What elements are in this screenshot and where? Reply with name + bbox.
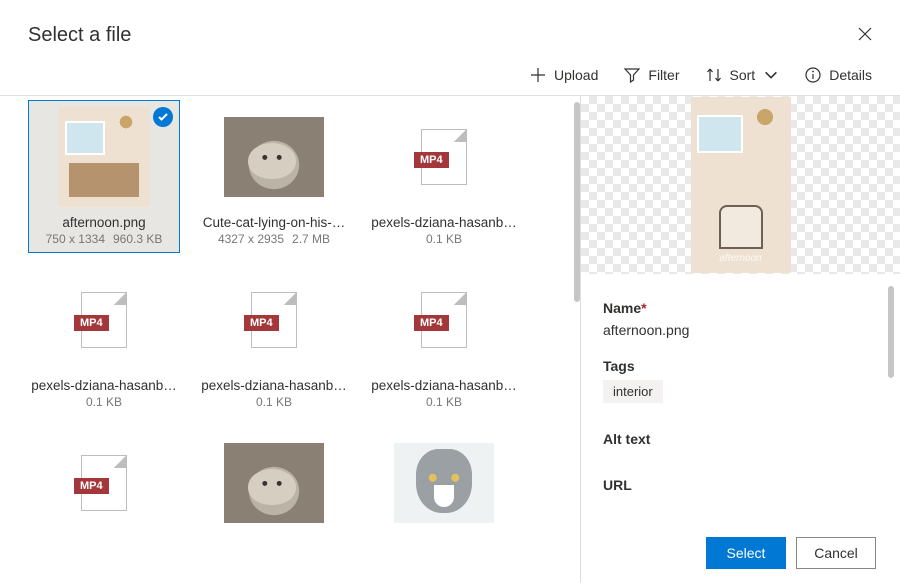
sort-button[interactable]: Sort xyxy=(706,67,780,83)
preview-image: afternoon xyxy=(691,97,791,273)
sort-label: Sort xyxy=(730,67,756,83)
upload-label: Upload xyxy=(554,67,598,83)
file-card[interactable]: MP4 pexels-dziana-hasanb… 0.1 KB xyxy=(368,100,520,253)
file-meta: 0.1 KB xyxy=(256,395,292,409)
mp4-file-icon: MP4 xyxy=(81,455,127,511)
plus-icon xyxy=(530,67,546,83)
file-thumbnail: MP4 xyxy=(54,433,154,533)
scrollbar[interactable] xyxy=(574,102,580,302)
file-picker-dialog: Select a file Upload Filter Sort Details… xyxy=(0,0,900,583)
metadata-panel: Name* afternoon.png Tags interior Alt te… xyxy=(581,274,900,523)
filter-button[interactable]: Filter xyxy=(624,67,679,83)
file-card[interactable]: Cute-cat-lying-on-his-… 4327 x 29352.7 MB xyxy=(198,100,350,253)
upload-button[interactable]: Upload xyxy=(530,67,598,83)
file-name: Cute-cat-lying-on-his-… xyxy=(203,215,346,230)
file-meta: 0.1 KB xyxy=(426,395,462,409)
mp4-file-icon: MP4 xyxy=(421,129,467,185)
file-thumbnail: MP4 xyxy=(224,270,324,370)
file-name: pexels-dziana-hasanb… xyxy=(371,378,517,393)
file-meta: 0.1 KB xyxy=(86,395,122,409)
cancel-button[interactable]: Cancel xyxy=(796,537,876,569)
scrollbar[interactable] xyxy=(888,286,894,378)
file-meta: 0.1 KB xyxy=(426,232,462,246)
file-grid: afternoon.png 750 x 1334960.3 KB Cute-cat-… xyxy=(28,100,580,548)
details-pane: afternoon Name* afternoon.png Tags inter… xyxy=(580,96,900,583)
tags-field-label: Tags xyxy=(603,358,872,374)
file-thumbnail xyxy=(224,433,324,533)
close-button[interactable] xyxy=(858,27,872,45)
file-list-pane: afternoon.png 750 x 1334960.3 KB Cute-cat-… xyxy=(0,96,580,583)
name-field-label: Name* xyxy=(603,300,872,316)
file-thumbnail: MP4 xyxy=(394,270,494,370)
file-meta: 4327 x 29352.7 MB xyxy=(218,232,330,246)
name-field-value[interactable]: afternoon.png xyxy=(603,322,872,338)
mp4-file-icon: MP4 xyxy=(421,292,467,348)
dialog-header: Select a file xyxy=(0,0,900,63)
tag-chip[interactable]: interior xyxy=(603,380,663,403)
file-card[interactable]: afternoon.png 750 x 1334960.3 KB xyxy=(28,100,180,253)
select-button[interactable]: Select xyxy=(706,537,786,569)
dialog-footer: Select Cancel xyxy=(581,523,900,583)
file-card[interactable]: MP4 pexels-dziana-hasanb… 0.1 KB xyxy=(198,263,350,416)
file-thumbnail xyxy=(224,107,324,207)
file-card[interactable] xyxy=(198,426,350,548)
file-card[interactable]: MP4 pexels-dziana-hasanb… 0.1 KB xyxy=(368,263,520,416)
file-thumbnail: MP4 xyxy=(394,107,494,207)
filter-icon xyxy=(624,67,640,83)
selected-check-icon xyxy=(153,107,173,127)
url-field-label: URL xyxy=(603,477,872,493)
details-button[interactable]: Details xyxy=(805,67,872,83)
mp4-file-icon: MP4 xyxy=(81,292,127,348)
file-thumbnail xyxy=(394,433,494,533)
sort-icon xyxy=(706,67,722,83)
file-name: pexels-dziana-hasanb… xyxy=(31,378,177,393)
dialog-title: Select a file xyxy=(28,24,131,47)
details-label: Details xyxy=(829,67,872,83)
file-name: pexels-dziana-hasanb… xyxy=(371,215,517,230)
file-name: afternoon.png xyxy=(62,215,145,230)
toolbar: Upload Filter Sort Details xyxy=(0,63,900,96)
close-icon xyxy=(858,27,872,41)
file-card[interactable] xyxy=(368,426,520,548)
file-thumbnail xyxy=(54,107,154,207)
preview-area: afternoon xyxy=(581,96,900,274)
mp4-file-icon: MP4 xyxy=(251,292,297,348)
file-thumbnail: MP4 xyxy=(54,270,154,370)
file-card[interactable]: MP4 pexels-dziana-hasanb… 0.1 KB xyxy=(28,263,180,416)
info-icon xyxy=(805,67,821,83)
file-meta: 750 x 1334960.3 KB xyxy=(46,232,163,246)
file-card[interactable]: MP4 xyxy=(28,426,180,548)
file-name: pexels-dziana-hasanb… xyxy=(201,378,347,393)
filter-label: Filter xyxy=(648,67,679,83)
chevron-down-icon xyxy=(763,67,779,83)
alt-text-field-label: Alt text xyxy=(603,431,872,447)
dialog-body: afternoon.png 750 x 1334960.3 KB Cute-cat-… xyxy=(0,96,900,583)
